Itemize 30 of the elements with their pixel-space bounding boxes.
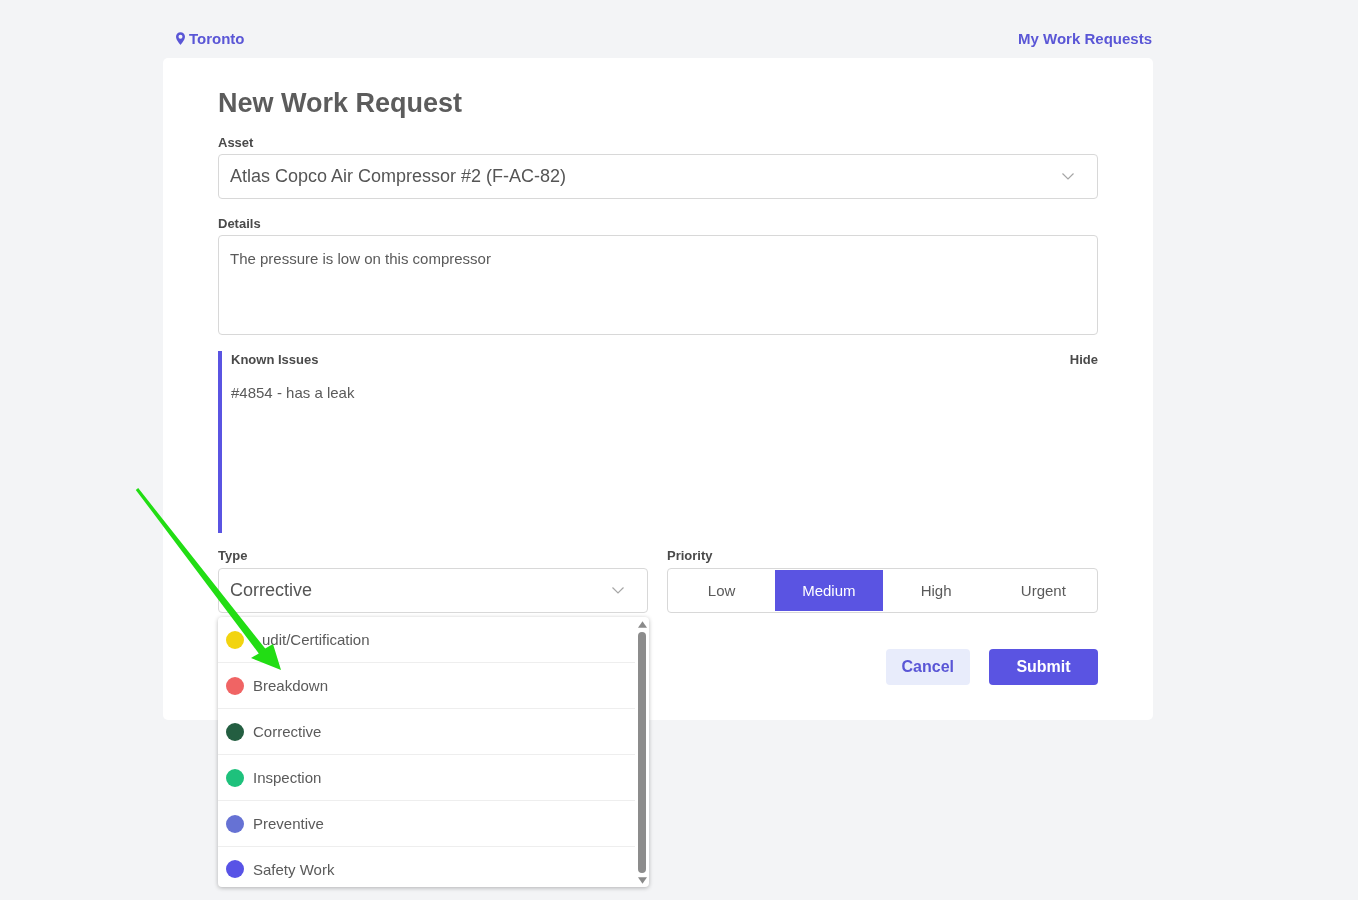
submit-button[interactable]: Submit xyxy=(989,649,1098,685)
priority-option[interactable]: Medium xyxy=(775,570,883,611)
type-option[interactable]: Corrective xyxy=(218,709,635,755)
field-label: Details xyxy=(218,217,262,231)
priority-option[interactable]: High xyxy=(882,570,990,611)
field-label: Asset xyxy=(218,136,255,150)
type-option[interactable]: Preventive xyxy=(218,801,635,847)
type-select[interactable]: Corrective xyxy=(218,568,648,613)
scrollbar-thumb[interactable] xyxy=(638,632,646,873)
scroll-down-icon[interactable] xyxy=(637,877,647,884)
section-title: Known Issues xyxy=(231,351,319,367)
form-title: New Work Request xyxy=(218,87,464,120)
field-label: Priority xyxy=(667,549,714,563)
type-option[interactable]: Inspection xyxy=(218,755,635,801)
hide-link[interactable]: Hide xyxy=(1069,351,1098,367)
details-field[interactable]: The pressure is low on this compressor xyxy=(218,235,1098,335)
priority-option[interactable]: Low xyxy=(668,570,776,611)
chevron-down-icon xyxy=(612,587,624,594)
issue-item: #4854 - has a leak xyxy=(231,384,356,402)
asset-select[interactable]: Atlas Copco Air Compressor #2 (F-AC-82) xyxy=(218,154,1098,199)
my-work-requests-link[interactable]: My Work Requests xyxy=(1018,29,1152,47)
type-option[interactable]: Safety Work xyxy=(218,847,635,887)
scroll-up-icon[interactable] xyxy=(637,621,647,628)
map-pin-icon xyxy=(176,31,185,45)
field-label: Type xyxy=(218,549,249,563)
cancel-button[interactable]: Cancel xyxy=(885,649,970,685)
priority-option[interactable]: Urgent xyxy=(989,570,1097,611)
type-option[interactable]: Breakdown xyxy=(218,663,635,709)
location-link[interactable]: Toronto xyxy=(176,29,245,47)
chevron-down-icon xyxy=(1062,173,1074,180)
